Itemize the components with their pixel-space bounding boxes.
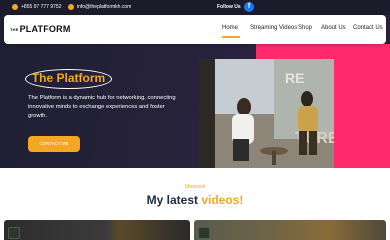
svg-text:RE: RE xyxy=(285,70,304,86)
section-kicker: Showreel xyxy=(184,184,206,190)
mail-icon xyxy=(68,4,74,10)
phone-contact[interactable]: +855 97 777 9752 xyxy=(12,4,61,10)
video-thumbnail[interactable] xyxy=(194,220,386,240)
event-photo-illustration: RE TURE xyxy=(199,59,334,168)
active-nav-underline xyxy=(222,36,240,38)
section-title-main: My latest xyxy=(146,193,198,207)
main-navbar: THEPLATFORM Home Streaming Videos Shop A… xyxy=(4,15,386,44)
nav-streaming-videos[interactable]: Streaming Videos xyxy=(250,25,297,31)
site-logo[interactable]: THEPLATFORM xyxy=(10,24,71,34)
section-title: My latest videos! xyxy=(0,193,390,207)
hero-event-photo: RE TURE xyxy=(199,59,334,168)
phone-icon xyxy=(12,4,18,10)
contact-me-button[interactable]: CONTACT ME xyxy=(28,136,80,152)
email-contact[interactable]: info@theplatformkh.com xyxy=(68,4,131,10)
section-title-accent: videos! xyxy=(201,193,244,207)
video-thumbnail[interactable] xyxy=(4,220,190,240)
logo-name: PLATFORM xyxy=(19,24,71,34)
nav-home[interactable]: Home xyxy=(222,25,238,31)
email-text: info@theplatformkh.com xyxy=(77,4,132,10)
follow-us-label: Follow Us xyxy=(217,4,241,10)
phone-text: +855 97 777 9752 xyxy=(21,4,62,10)
video-badge-icon xyxy=(198,227,210,239)
hero-description: The Platform is a dynamic hub for networ… xyxy=(28,95,176,119)
nav-contact-us[interactable]: Contact Us xyxy=(353,25,383,31)
hero-title: The Platform xyxy=(25,69,112,89)
nav-about-us[interactable]: About Us xyxy=(321,25,346,31)
nav-shop[interactable]: Shop xyxy=(298,25,312,31)
top-info-bar: +855 97 777 9752 info@theplatformkh.com … xyxy=(0,0,390,15)
facebook-icon[interactable]: f xyxy=(244,2,254,12)
video-badge-icon xyxy=(8,227,20,239)
logo-prefix: THE xyxy=(10,27,19,33)
